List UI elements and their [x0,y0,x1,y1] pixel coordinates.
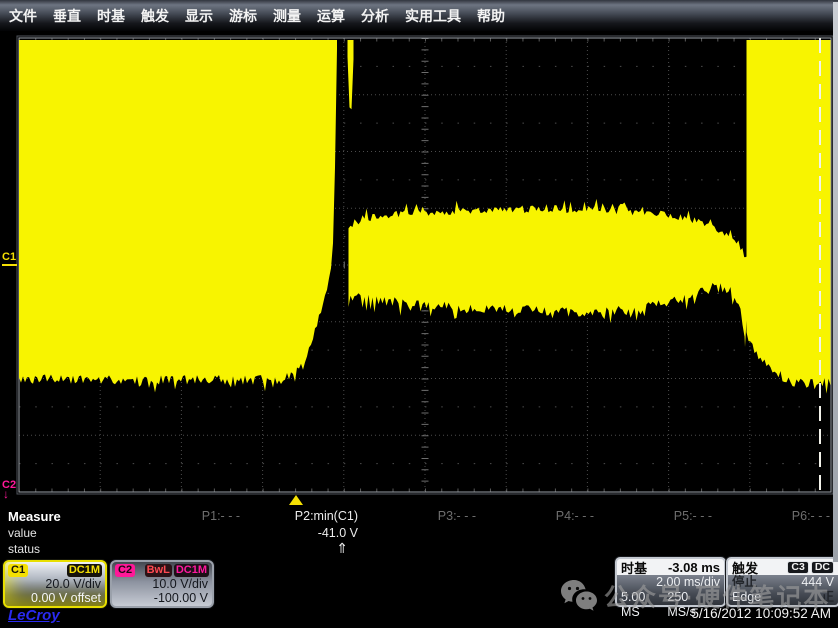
c1-offset: 0.00 V offset [5,591,105,605]
measure-value-row-label: value [8,526,37,540]
measure-param-p4[interactable]: P4:- - - [484,509,594,523]
trigger-source-badge: C3 [787,561,808,574]
measure-p2-value: -41.0 V [248,526,358,540]
timebase-delay: -3.08 ms [668,560,720,575]
c2-coupling-badge: DC1M [174,564,209,577]
menu-item-trigger[interactable]: 触发 [141,6,169,26]
c1-zero-marker[interactable]: C1 [2,251,16,263]
c2-bandwidth-limit-badge: BwL [145,564,172,577]
graticule-svg [0,0,838,628]
trigger-label: 触发 [732,558,758,577]
menu-item-vertical[interactable]: 垂直 [53,6,81,26]
measure-title: Measure [8,509,61,524]
trigger-coupling-badge: DC [811,561,834,574]
menu-item-display[interactable]: 显示 [185,6,213,26]
measure-status-row-label: status [8,542,40,556]
c2-chip: C2 [115,564,135,577]
measure-param-p1[interactable]: P1:- - - [130,509,240,523]
timebase-scale: 2.00 ms/div [617,575,724,590]
c2-scale: 10.0 V/div [112,577,212,591]
trigger-mode: 停止 [732,575,757,590]
trigger-position-marker-icon[interactable] [289,495,303,505]
screen-right-edge [833,2,838,562]
trigger-type: Edge [732,590,761,605]
menu-item-file[interactable]: 文件 [9,6,37,26]
menu-item-cursors[interactable]: 游标 [229,6,257,26]
trigger-slope: 正 [821,590,834,605]
c1-chip: C1 [8,564,28,577]
menu-item-help[interactable]: 帮助 [477,6,505,26]
c1-scale: 20.0 V/div [5,577,105,591]
trigger-level: 444 V [801,575,834,590]
menu-item-measure[interactable]: 测量 [273,6,301,26]
c1-zero-dash [2,264,17,266]
menu-item-utilities[interactable]: 实用工具 [405,6,461,26]
oscilloscope-screen: 文件 垂直 时基 触发 显示 游标 测量 运算 分析 实用工具 帮助 C1 C2… [0,0,838,628]
menu-item-math[interactable]: 运算 [317,6,345,26]
datetime: 5/16/2012 10:09:52 AM [691,606,831,621]
channel-c2-box[interactable]: C2 BwL DC1M 10.0 V/div -100.00 V [110,560,214,608]
menu-item-analysis[interactable]: 分析 [361,6,389,26]
measure-param-p6[interactable]: P6:- - - [720,509,830,523]
menu-bar: 文件 垂直 时基 触发 显示 游标 测量 运算 分析 实用工具 帮助 [0,0,838,31]
lecroy-logo: LeCroy [8,607,60,624]
timebase-box[interactable]: 时基 -3.08 ms 2.00 ms/div 5.00 MS 250 MS/s [615,557,726,607]
measure-param-p3[interactable]: P3:- - - [366,509,476,523]
measure-param-p5[interactable]: P5:- - - [602,509,712,523]
measure-p2-status-icon: ⇑ [248,540,348,557]
timebase-label: 时基 [621,558,647,577]
menu-item-timebase[interactable]: 时基 [97,6,125,26]
measure-param-p2[interactable]: P2:min(C1) [248,509,358,523]
c2-offset: -100.00 V [112,591,212,605]
channel-c1-box[interactable]: C1 DC1M 20.0 V/div 0.00 V offset [3,560,107,608]
trigger-box[interactable]: 触发 C3 DC 停止 444 V Edge 正 [726,557,838,607]
timebase-samples: 5.00 MS [621,590,667,620]
c1-coupling-badge: DC1M [67,564,102,577]
c2-offscreen-arrow-icon: ↓ [3,488,9,500]
wechat-icon [560,579,598,613]
